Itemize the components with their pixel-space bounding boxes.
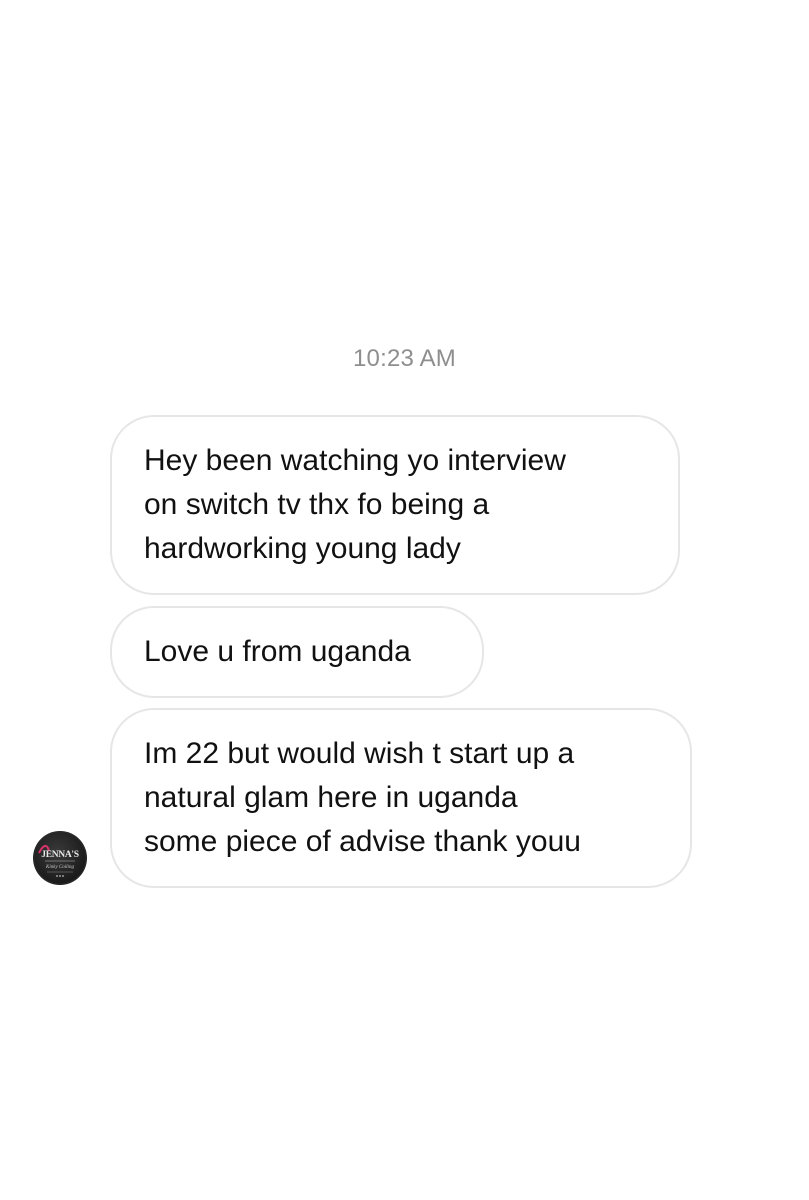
avatar-logo-script: Kinky Coiling [45,865,74,870]
message-timestamp: 10:23 AM [352,345,456,372]
message-text-line: Love u from uganda [144,635,411,668]
message-text-line: some piece of advise thank youu [144,825,581,858]
message-text-line: on switch tv thx fo being a [144,488,490,521]
brand-logo-icon: JENNA'S Kinky Coiling [33,831,87,885]
message-text-line: Im 22 but would wish t start up a [144,737,575,770]
avatar-logo-text: JENNA'S [41,850,79,860]
message-text-line: natural glam here in uganda [144,781,518,814]
message-bubble[interactable]: Love u from uganda [110,606,484,698]
message-bubble[interactable]: Im 22 but would wish t start up a natura… [110,708,692,888]
sender-avatar[interactable]: JENNA'S Kinky Coiling [33,831,87,885]
message-bubble[interactable]: Hey been watching yo interview on switch… [110,415,680,595]
message-text-line: hardworking young lady [144,532,461,565]
message-text-line: Hey been watching yo interview [144,444,566,477]
